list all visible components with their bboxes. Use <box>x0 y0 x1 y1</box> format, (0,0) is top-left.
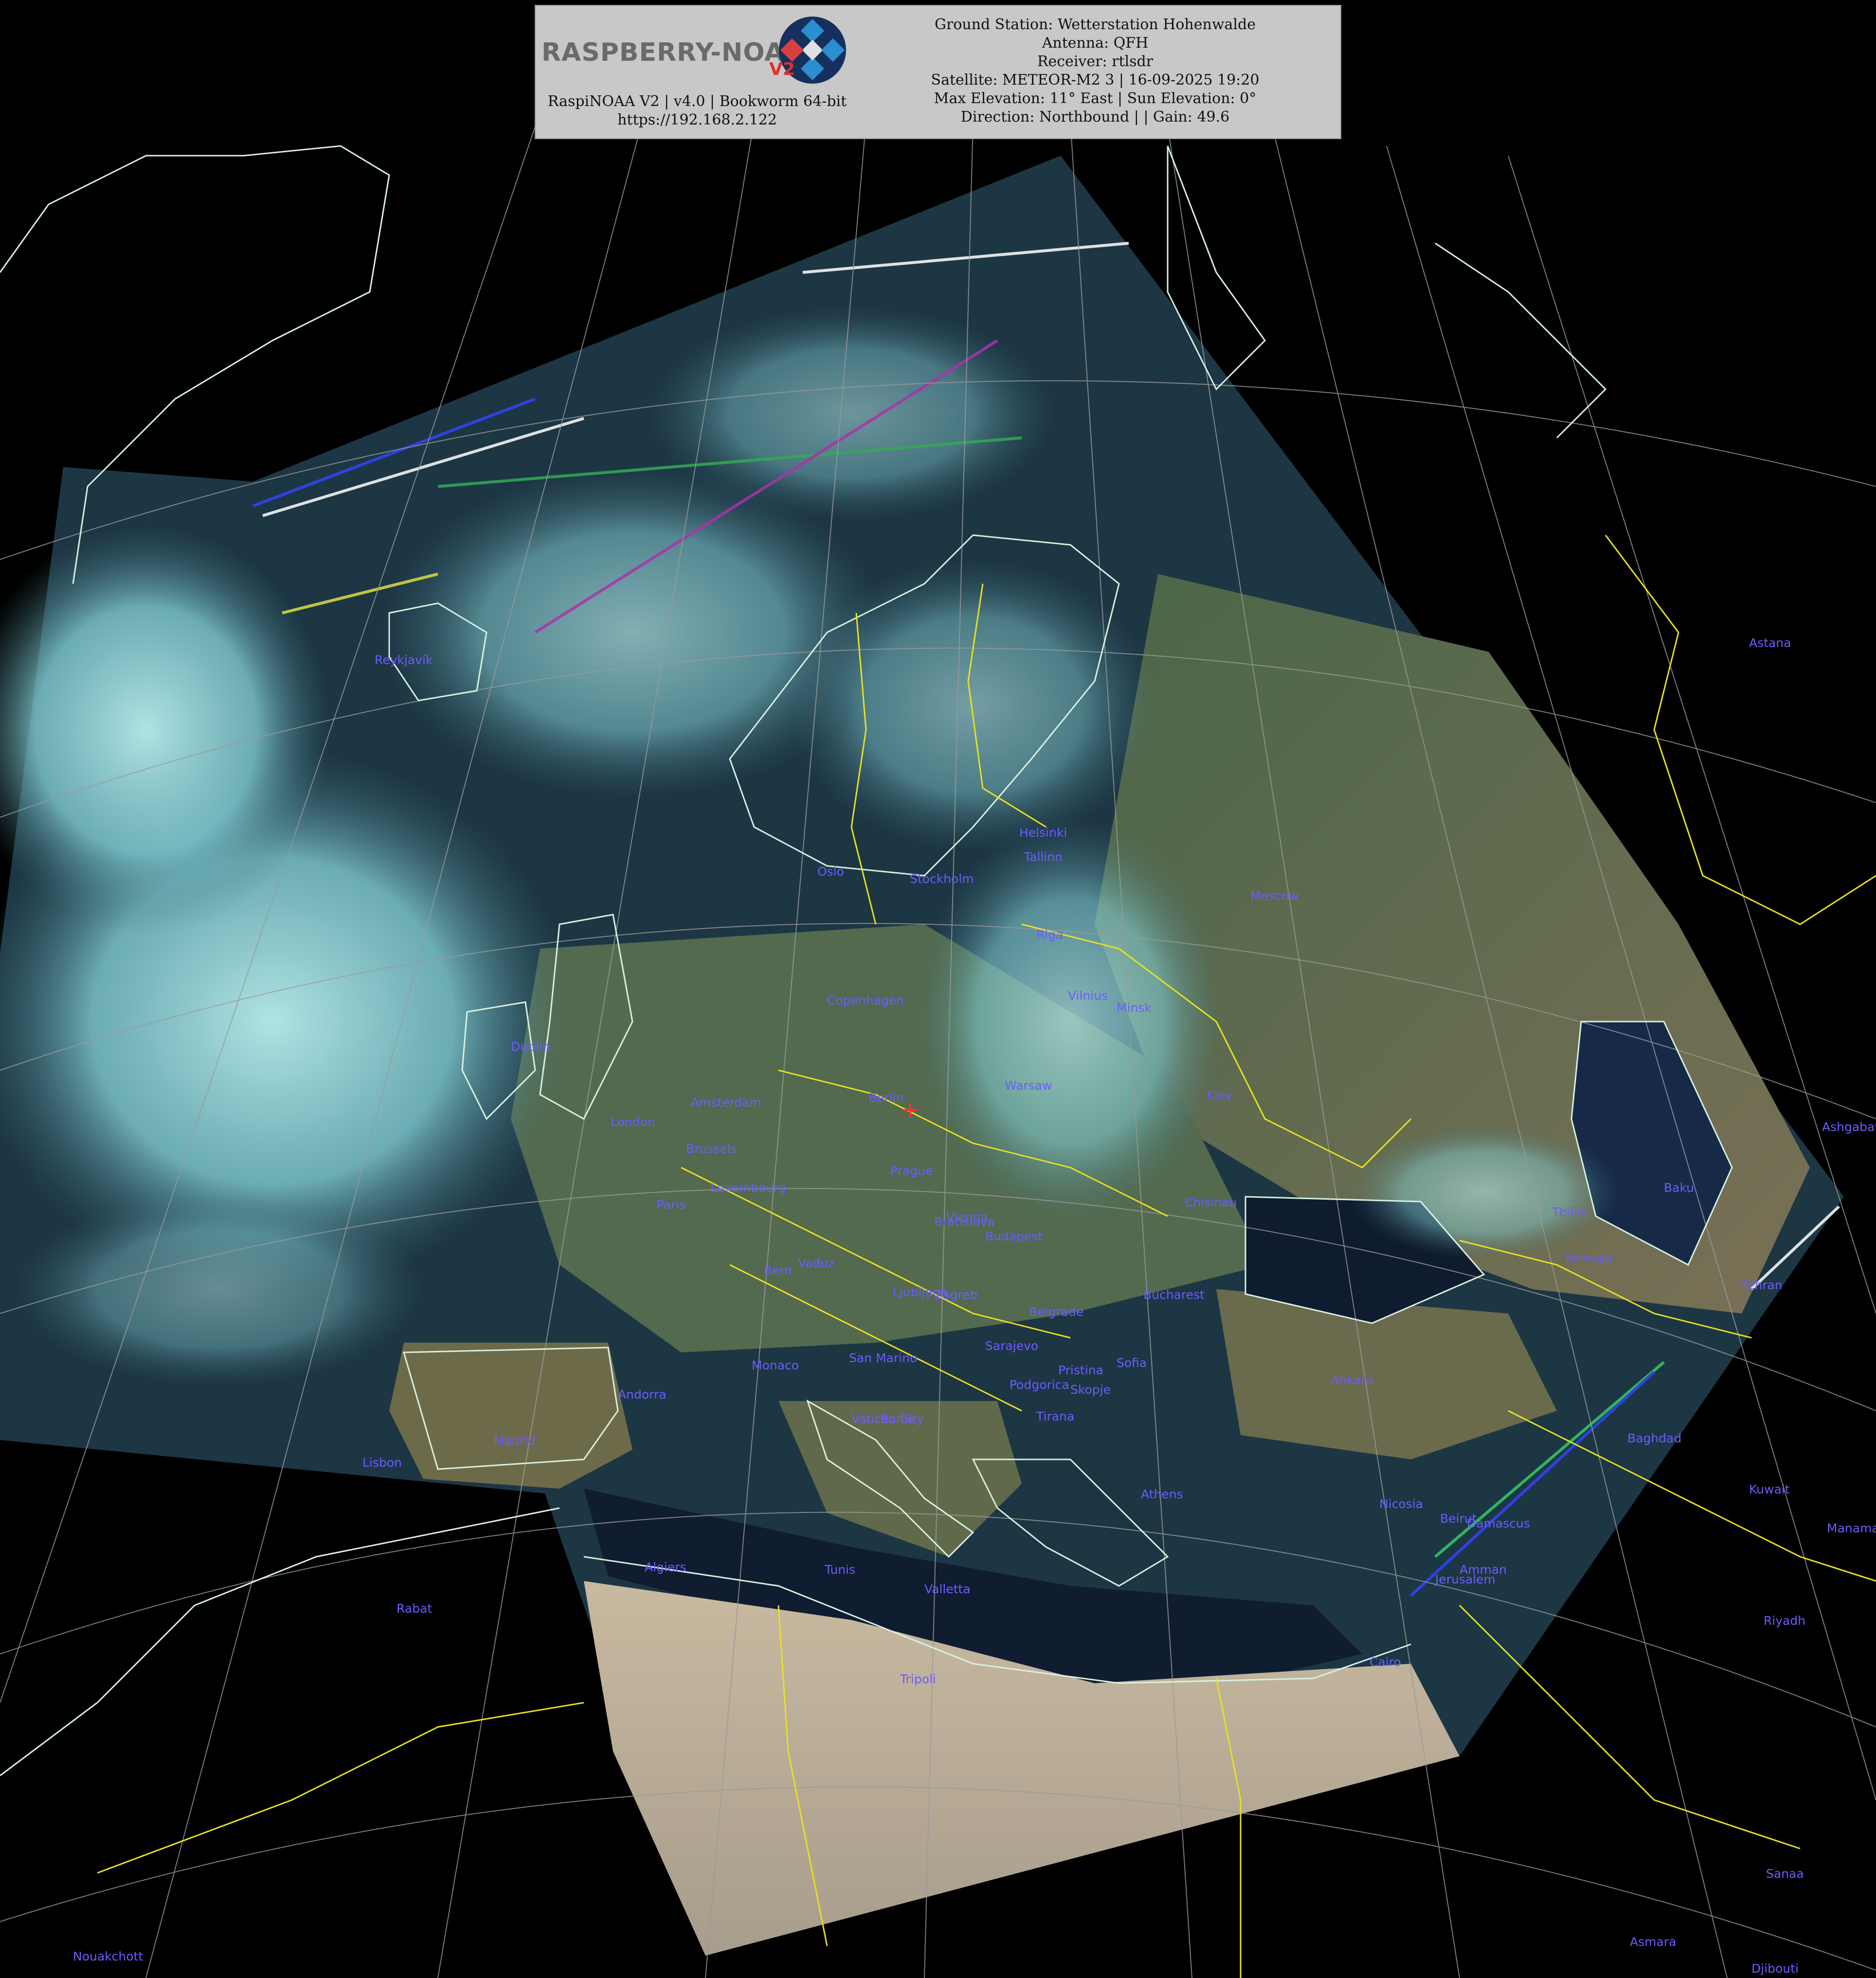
city-label-brussels: Brussels <box>686 1142 737 1156</box>
city-label-athens: Athens <box>1141 1487 1183 1501</box>
city-label-rome: Rome <box>881 1412 915 1426</box>
city-label-kuwait: Kuwait <box>1749 1482 1790 1496</box>
ground-station-line: Ground Station: Wetterstation Hohenwalde <box>935 16 1256 33</box>
receiver-line: Receiver: rtlsdr <box>1037 53 1154 70</box>
city-label-amsterdam: Amsterdam <box>691 1096 761 1110</box>
city-label-astana: Astana <box>1749 636 1791 650</box>
city-label-reykjavik: Reykjavík <box>375 653 433 667</box>
city-label-nouakchott: Nouakchott <box>73 1949 143 1963</box>
city-label-manama: Manama <box>1827 1521 1876 1535</box>
city-label-tirana: Tirana <box>1036 1409 1074 1423</box>
city-label-nicosia: Nicosia <box>1379 1497 1423 1511</box>
city-label-warsaw: Warsaw <box>1005 1079 1052 1093</box>
city-label-chisinau: Chisinau <box>1185 1195 1237 1209</box>
software-info: RaspiNOAA V2 | v4.0 | Bookworm 64-bit ht… <box>541 92 853 129</box>
software-line: RaspiNOAA V2 | v4.0 | Bookworm 64-bit <box>547 93 847 110</box>
city-label-djibouti: Djibouti <box>1751 1961 1799 1976</box>
city-label-skopje: Skopje <box>1070 1383 1111 1397</box>
city-label-tunis: Tunis <box>824 1563 855 1577</box>
city-label-ankara: Ankara <box>1331 1373 1373 1387</box>
city-label-vilnius: Vilnius <box>1068 989 1108 1003</box>
city-label-tallinn: Tallinn <box>1024 850 1063 864</box>
city-label-kiev: Kiev <box>1207 1088 1233 1102</box>
city-label-belgrade: Belgrade <box>1029 1305 1083 1319</box>
city-label-valletta: Valletta <box>924 1582 971 1596</box>
city-label-luxembourg: Luxembourg <box>710 1181 786 1195</box>
city-label-bucharest: Bucharest <box>1143 1288 1205 1302</box>
city-label-rabat: Rabat <box>397 1601 432 1616</box>
city-label-oslo: Oslo <box>817 864 844 879</box>
city-label-tripoli: Tripoli <box>900 1672 936 1686</box>
city-label-san-marino: San Marino <box>849 1351 917 1365</box>
city-label-stockholm: Stockholm <box>910 872 974 886</box>
satellite-map: Reykjavík Oslo Stockholm Helsinki Tallin… <box>0 0 1876 1978</box>
city-label-sarajevo: Sarajevo <box>985 1339 1038 1353</box>
raspberry-noaa-logo: RASPBERRY-NOAA V2 RaspiNOAA V2 | v4.0 | … <box>541 15 853 128</box>
city-label-monaco: Monaco <box>752 1358 799 1372</box>
city-label-bratislava: Bratislava <box>934 1215 995 1229</box>
logo-version-badge: V2 <box>769 59 795 79</box>
city-label-andorra: Andorra <box>618 1387 667 1402</box>
city-label-zagreb: Zagreb <box>934 1288 977 1302</box>
city-label-yerevan: Yerevan <box>1564 1251 1612 1265</box>
city-label-sofia: Sofia <box>1117 1356 1147 1370</box>
city-label-ashgabat: Ashgabat <box>1822 1120 1876 1134</box>
city-label-algiers: Algiers <box>645 1560 686 1574</box>
city-label-podgorica: Podgorica <box>1010 1378 1069 1392</box>
city-label-minsk: Minsk <box>1117 1001 1152 1015</box>
city-label-london: London <box>611 1115 655 1129</box>
city-label-baghdad: Baghdad <box>1627 1431 1681 1445</box>
satellite-line: Satellite: METEOR-M2 3 | 16-09-2025 19:2… <box>931 72 1260 89</box>
city-label-prague: Prague <box>890 1164 933 1178</box>
station-info-header: RASPBERRY-NOAA V2 RaspiNOAA V2 | v4.0 | … <box>535 5 1341 139</box>
city-label-berlin: Berlin <box>868 1091 904 1105</box>
city-label-jerusalem: Jerusalem <box>1434 1572 1496 1586</box>
city-label-copenhagen: Copenhagen <box>827 993 904 1007</box>
city-label-riga: Riga <box>1036 928 1064 942</box>
city-label-lisbon: Lisbon <box>362 1456 402 1470</box>
city-label-tehran: Tehran <box>1741 1278 1783 1292</box>
city-label-sanaa: Sanaa <box>1766 1867 1804 1881</box>
city-label-baku: Baku <box>1664 1181 1694 1195</box>
city-label-madrid: Madrid <box>494 1434 536 1448</box>
logo-text: RASPBERRY-NOAA <box>541 38 805 67</box>
antenna-line: Antenna: QFH <box>1042 35 1149 52</box>
direction-line: Direction: Northbound | | Gain: 49.6 <box>960 108 1230 126</box>
city-label-cairo: Cairo <box>1370 1655 1401 1669</box>
city-label-paris: Paris <box>657 1198 686 1212</box>
city-label-dublin: Dublin <box>511 1040 550 1054</box>
city-label-helsinki: Helsinki <box>1019 826 1067 840</box>
city-label-vaduz: Vaduz <box>798 1256 834 1270</box>
station-url: https://192.168.2.122 <box>617 111 777 128</box>
elevation-line: Max Elevation: 11° East | Sun Elevation:… <box>934 90 1257 107</box>
city-label-moscow: Moscow <box>1250 889 1299 903</box>
pass-details: Ground Station: Wetterstation Hohenwalde… <box>857 16 1334 126</box>
city-label-bern: Bern <box>764 1263 792 1277</box>
city-label-pristina: Pristina <box>1058 1363 1103 1377</box>
city-label-damascus: Damascus <box>1467 1516 1530 1530</box>
city-label-tbilisi: Tbilisi <box>1551 1205 1587 1219</box>
city-label-riyadh: Riyadh <box>1764 1614 1805 1628</box>
city-label-budapest: Budapest <box>985 1229 1043 1243</box>
city-label-asmara: Asmara <box>1630 1935 1676 1949</box>
